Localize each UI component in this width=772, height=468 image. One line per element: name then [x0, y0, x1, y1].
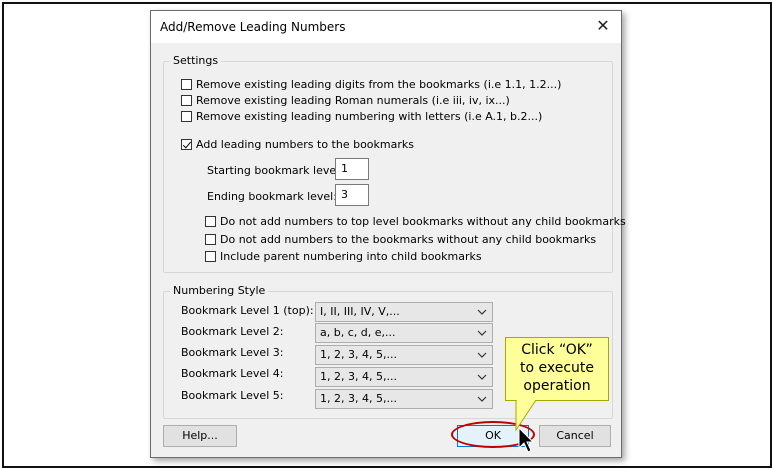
level-5-style-select[interactable]: 1, 2, 3, 4, 5,... [315, 389, 493, 409]
include-parent-numbering-label: Include parent numbering into child book… [220, 250, 482, 263]
settings-group-label: Settings [170, 54, 222, 67]
callout-line-3: operation [523, 378, 591, 394]
remove-roman-option[interactable]: Remove existing leading Roman numerals (… [181, 94, 510, 107]
remove-letters-option[interactable]: Remove existing leading numbering with l… [181, 110, 542, 123]
level-1-style-select[interactable]: I, II, III, IV, V,... [315, 302, 493, 322]
remove-letters-label: Remove existing leading numbering with l… [196, 110, 543, 123]
starting-level-label: Starting bookmark level: [207, 164, 343, 177]
chevron-down-icon [477, 348, 487, 365]
chevron-down-icon [477, 370, 487, 387]
callout-line-1: Click “OK” [521, 342, 593, 358]
starting-level-input[interactable]: 1 [335, 158, 369, 180]
level-5-label: Bookmark Level 5: [181, 389, 284, 402]
mouse-pointer-icon [518, 427, 534, 453]
level-2-style-value: a, b, c, d, e,... [320, 326, 396, 339]
level-3-style-value: 1, 2, 3, 4, 5,... [320, 348, 397, 361]
chevron-down-icon [477, 392, 487, 409]
no-numbers-without-child-label: Do not add numbers to the bookmarks with… [220, 233, 597, 246]
level-4-style-value: 1, 2, 3, 4, 5,... [320, 370, 397, 383]
level-3-label: Bookmark Level 3: [181, 346, 284, 359]
callout-line-2: to execute [519, 360, 594, 376]
include-parent-numbering-option[interactable]: Include parent numbering into child book… [205, 250, 482, 263]
dialog-title: Add/Remove Leading Numbers [160, 20, 346, 34]
no-top-level-without-child-checkbox[interactable] [205, 216, 216, 227]
no-numbers-without-child-checkbox[interactable] [205, 234, 216, 245]
level-2-label: Bookmark Level 2: [181, 325, 284, 338]
level-4-label: Bookmark Level 4: [181, 367, 284, 380]
remove-digits-label: Remove existing leading digits from the … [196, 78, 562, 91]
help-button[interactable]: Help... [163, 425, 237, 447]
level-5-style-value: 1, 2, 3, 4, 5,... [320, 392, 397, 405]
close-icon[interactable]: ✕ [591, 15, 615, 37]
level-1-label: Bookmark Level 1 (top): [181, 304, 314, 317]
instruction-callout: Click “OK” to execute operation [505, 337, 609, 401]
chevron-down-icon [477, 326, 487, 343]
remove-roman-checkbox[interactable] [181, 95, 192, 106]
level-2-style-select[interactable]: a, b, c, d, e,... [315, 323, 493, 343]
remove-letters-checkbox[interactable] [181, 111, 192, 122]
no-numbers-without-child-option[interactable]: Do not add numbers to the bookmarks with… [205, 233, 596, 246]
no-top-level-without-child-option[interactable]: Do not add numbers to top level bookmark… [205, 215, 626, 228]
include-parent-numbering-checkbox[interactable] [205, 251, 216, 262]
remove-digits-checkbox[interactable] [181, 79, 192, 90]
level-4-style-select[interactable]: 1, 2, 3, 4, 5,... [315, 367, 493, 387]
remove-digits-option[interactable]: Remove existing leading digits from the … [181, 78, 561, 91]
ending-level-label: Ending bookmark level: [207, 190, 337, 203]
ending-level-input[interactable]: 3 [335, 184, 369, 206]
level-1-style-value: I, II, III, IV, V,... [320, 305, 400, 318]
title-bar: Add/Remove Leading Numbers ✕ [151, 11, 621, 43]
add-numbers-option[interactable]: Add leading numbers to the bookmarks [181, 138, 414, 151]
no-top-level-without-child-label: Do not add numbers to top level bookmark… [220, 215, 626, 228]
remove-roman-label: Remove existing leading Roman numerals (… [196, 94, 510, 107]
add-numbers-label: Add leading numbers to the bookmarks [196, 138, 414, 151]
level-3-style-select[interactable]: 1, 2, 3, 4, 5,... [315, 345, 493, 365]
chevron-down-icon [477, 305, 487, 322]
numbering-style-group-label: Numbering Style [170, 284, 269, 297]
add-numbers-checkbox[interactable] [181, 139, 192, 150]
